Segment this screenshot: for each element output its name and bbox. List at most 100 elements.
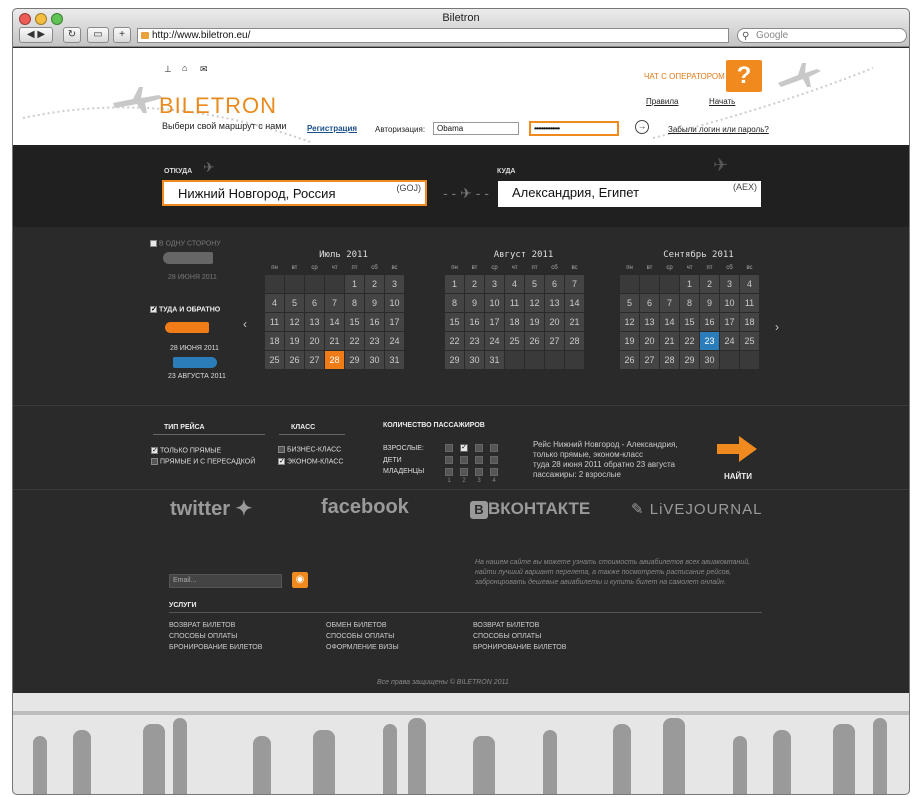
day-cell[interactable]: 19 [620,332,639,350]
login-submit-button[interactable]: → [635,120,649,134]
day-cell[interactable]: 25 [505,332,524,350]
day-cell[interactable]: 31 [385,351,404,369]
footer-link[interactable]: ВОЗВРАТ БИЛЕТОВ [169,622,262,629]
day-cell[interactable]: 20 [305,332,324,350]
footer-link[interactable]: ОФОРМЛЕНИЕ ВИЗЫ [326,644,399,651]
day-cell[interactable]: 15 [680,313,699,331]
day-cell[interactable]: 9 [700,294,719,312]
day-cell[interactable]: 27 [640,351,659,369]
footer-link[interactable]: ВОЗВРАТ БИЛЕТОВ [473,622,566,629]
direct-only-checkbox[interactable]: ✓ [151,447,158,454]
day-cell[interactable]: 13 [640,313,659,331]
day-cell[interactable]: 15 [445,313,464,331]
oneway-checkbox[interactable] [150,240,157,247]
day-cell[interactable]: 11 [505,294,524,312]
oneway-option[interactable]: В ОДНУ СТОРОНУ [150,240,221,247]
day-cell[interactable]: 29 [680,351,699,369]
passenger-checkbox[interactable] [445,444,453,452]
day-cell[interactable]: 28 [325,351,344,369]
economy-option[interactable]: ✓ ЭКОНОМ-КЛАСС [278,458,343,465]
day-cell[interactable]: 14 [325,313,344,331]
day-cell[interactable]: 12 [620,313,639,331]
passenger-checkbox[interactable] [490,456,498,464]
footer-link[interactable]: БРОНИРОВАНИЕ БИЛЕТОВ [169,644,262,651]
passenger-checkbox[interactable] [475,444,483,452]
footer-link[interactable]: БРОНИРОВАНИЕ БИЛЕТОВ [473,644,566,651]
passenger-checkbox[interactable] [490,444,498,452]
day-cell[interactable]: 20 [640,332,659,350]
login-input[interactable]: Obama [433,122,519,135]
rules-link[interactable]: Правила [646,97,678,106]
day-cell[interactable]: 17 [720,313,739,331]
day-cell[interactable]: 16 [465,313,484,331]
start-link[interactable]: Начать [709,97,735,106]
day-cell[interactable]: 7 [660,294,679,312]
vkontakte-link[interactable]: В ВКОНТАКТЕ [470,499,590,519]
passenger-checkbox[interactable] [460,456,468,464]
passenger-checkbox[interactable] [445,468,453,476]
day-cell[interactable]: 11 [740,294,759,312]
day-cell[interactable]: 1 [445,275,464,293]
home-icon[interactable]: ⌂ [182,63,187,73]
day-cell[interactable]: 22 [445,332,464,350]
search-input[interactable]: ⚲ Google [737,28,907,43]
day-cell[interactable]: 2 [700,275,719,293]
day-cell[interactable]: 30 [365,351,384,369]
day-cell[interactable]: 26 [525,332,544,350]
with-transfer-checkbox[interactable] [151,458,158,465]
with-transfer-option[interactable]: ПРЯМЫЕ И С ПЕРЕСАДКОЙ [151,458,255,465]
day-cell[interactable]: 8 [680,294,699,312]
day-cell[interactable]: 14 [565,294,584,312]
day-cell[interactable]: 10 [720,294,739,312]
day-cell[interactable]: 4 [740,275,759,293]
day-cell[interactable]: 14 [660,313,679,331]
footer-link[interactable]: СПОСОБЫ ОПЛАТЫ [326,633,399,640]
find-arrow-icon[interactable] [717,436,757,462]
day-cell[interactable]: 24 [385,332,404,350]
forward-icon[interactable]: ▶ [37,29,45,40]
next-month-arrow[interactable]: › [775,320,779,334]
day-cell[interactable]: 27 [545,332,564,350]
day-cell[interactable]: 10 [485,294,504,312]
day-cell[interactable]: 1 [680,275,699,293]
business-option[interactable]: БИЗНЕС-КЛАСС [278,446,341,453]
day-cell[interactable]: 8 [345,294,364,312]
day-cell[interactable]: 4 [505,275,524,293]
passenger-checkbox[interactable]: ✓ [460,444,468,452]
day-cell[interactable]: 26 [285,351,304,369]
day-cell[interactable]: 16 [365,313,384,331]
footer-link[interactable]: СПОСОБЫ ОПЛАТЫ [169,633,262,640]
day-cell[interactable]: 5 [620,294,639,312]
day-cell[interactable]: 22 [345,332,364,350]
rss-icon[interactable]: ◉ [292,572,308,588]
day-cell[interactable]: 24 [720,332,739,350]
direct-only-option[interactable]: ✓ ТОЛЬКО ПРЯМЫЕ [151,447,221,454]
day-cell[interactable]: 28 [660,351,679,369]
day-cell[interactable]: 5 [525,275,544,293]
round-trip-checkbox[interactable]: ✓ [150,306,157,313]
day-cell[interactable]: 6 [640,294,659,312]
footer-link[interactable]: ОБМЕН БИЛЕТОВ [326,622,399,629]
day-cell[interactable]: 2 [465,275,484,293]
help-icon[interactable]: ? [726,60,762,92]
day-cell[interactable]: 10 [385,294,404,312]
day-cell[interactable]: 31 [485,351,504,369]
register-link[interactable]: Регистрация [307,124,357,133]
day-cell[interactable]: 16 [700,313,719,331]
email-input[interactable]: Email... [169,574,282,588]
from-input[interactable]: Нижний Новгород, Россия (GOJ) [162,180,427,206]
livejournal-link[interactable]: ✎ LiVEJOURNAL [631,500,762,518]
day-cell[interactable]: 19 [285,332,304,350]
passenger-checkbox[interactable] [475,468,483,476]
day-cell[interactable]: 8 [445,294,464,312]
screenshot-button[interactable]: ▭ [87,27,109,43]
footer-link[interactable]: СПОСОБЫ ОПЛАТЫ [473,633,566,640]
day-cell[interactable]: 13 [305,313,324,331]
reload-button[interactable]: ↻ [63,27,81,43]
passenger-checkbox[interactable] [460,468,468,476]
day-cell[interactable]: 3 [485,275,504,293]
day-cell[interactable]: 30 [465,351,484,369]
day-cell[interactable]: 24 [485,332,504,350]
facebook-link[interactable]: facebook [321,496,409,519]
chat-operator-link[interactable]: ЧАТ С ОПЕРАТОРОМ [644,72,725,81]
